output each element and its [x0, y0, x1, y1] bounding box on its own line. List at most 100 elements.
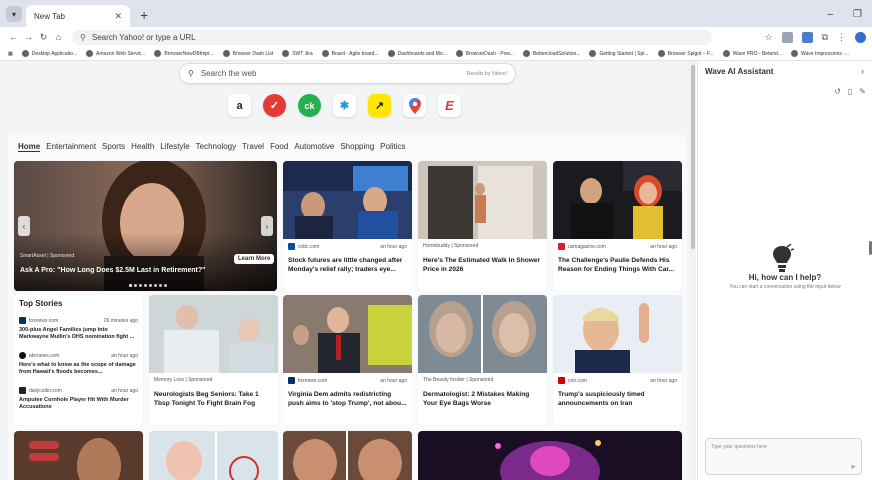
card-image — [553, 295, 682, 373]
shortcut-checkmate-icon[interactable]: ck — [298, 94, 321, 117]
forward-icon[interactable]: → — [21, 32, 36, 42]
edit-icon[interactable]: ✎ — [859, 87, 866, 96]
news-card[interactable]: The Beauty Insider | Sponsored Dermatolo… — [418, 295, 547, 425]
card-image — [14, 431, 143, 480]
card-title: Here's The Estimated Walk In Shower Pric… — [423, 257, 541, 273]
tab-new-tab[interactable]: New Tab ✕ — [26, 5, 130, 27]
card-image — [418, 161, 547, 239]
tab-technology[interactable]: Technology — [196, 142, 236, 152]
bookmark-item[interactable]: BrowserDash - Pow... — [455, 50, 514, 57]
hero-card[interactable]: ‹ › SmartAsset | Sponsored Ask A Pro: "H… — [14, 161, 277, 291]
shortcut-walmart-icon[interactable]: ✱ — [333, 94, 356, 117]
card-meta: cnbc.com an hour ago — [288, 243, 407, 250]
card-meta: cnn.com an hour ago — [558, 377, 677, 384]
restore-button[interactable]: ❐ — [853, 9, 862, 20]
extension-icon[interactable] — [781, 31, 793, 43]
news-card[interactable]: foxnews.com an hour ago Virginia Dem admi… — [283, 295, 412, 425]
news-card[interactable] — [283, 431, 412, 480]
bookmarks-bar: ▦ Desktop Applicatio... Amazon Web Servi… — [0, 47, 872, 61]
page-scrollbar[interactable] — [690, 61, 696, 480]
new-tab-button[interactable]: + — [140, 7, 148, 23]
assistant-greeting: Hi, how can I help? — [748, 273, 822, 282]
bookmark-item[interactable]: Wave PRO - Betend... — [722, 50, 782, 57]
carousel-next-icon[interactable]: › — [261, 216, 273, 236]
carousel-prev-icon[interactable]: ‹ — [18, 216, 30, 236]
profile-avatar[interactable] — [855, 31, 866, 43]
clipboard-icon[interactable]: ▯ — [848, 87, 852, 96]
card-meta: Memory Loss | Sponsored — [154, 377, 213, 383]
card-image — [418, 295, 547, 373]
wave-extension-icon[interactable] — [801, 31, 813, 43]
puzzle-icon[interactable]: ⧉ — [822, 32, 828, 43]
shortcut-e-icon[interactable]: E — [438, 94, 461, 117]
tab-search-button[interactable]: ▾ — [6, 6, 22, 22]
tab-politics[interactable]: Politics — [380, 142, 405, 152]
news-card[interactable] — [14, 431, 143, 480]
card-meta: The Beauty Insider | Sponsored — [423, 377, 494, 383]
news-card[interactable] — [149, 431, 278, 480]
tab-lifestyle[interactable]: Lifestyle — [160, 142, 189, 152]
learn-more-button[interactable]: Learn More — [234, 254, 275, 264]
shortcut-maps-icon[interactable] — [403, 94, 426, 117]
news-card[interactable]: cnbc.com an hour ago Stock futures are li… — [283, 161, 412, 291]
hero-title[interactable]: Ask A Pro: "How Long Does $2.5M Last in … — [20, 267, 220, 274]
tab-sports[interactable]: Sports — [102, 142, 125, 152]
history-icon[interactable]: ↺ — [834, 87, 841, 96]
bookmark-item[interactable]: Getting Started | Spl... — [589, 50, 649, 57]
bookmark-item[interactable]: BrowserNewDBImpr... — [154, 50, 214, 57]
foxnews-icon — [288, 377, 295, 384]
tab-entertainment[interactable]: Entertainment — [46, 142, 96, 152]
top-story-item[interactable]: dailycaller.com an hour ago Amputee Cornh… — [19, 387, 138, 411]
tab-food[interactable]: Food — [270, 142, 288, 152]
news-card[interactable]: cnn.com an hour ago Trump's suspiciously … — [553, 295, 682, 425]
card-title: Dermatologist: 2 Mistakes Making Your Ey… — [423, 391, 530, 407]
assistant-input[interactable]: Type your questions here ➤ — [705, 438, 862, 475]
menu-icon[interactable]: ⋮ — [837, 32, 846, 43]
send-icon[interactable]: ➤ — [850, 463, 856, 471]
news-card[interactable]: Homebuddy | Sponsored Here's The Estimat… — [418, 161, 547, 291]
bookmark-item[interactable]: SWT Jira — [282, 50, 313, 57]
panel-title: Wave AI Assistant — [705, 67, 774, 76]
home-icon[interactable]: ⌂ — [51, 32, 66, 42]
apps-icon[interactable]: ▦ — [8, 51, 13, 57]
hero-source: SmartAsset | Sponsored — [20, 253, 75, 259]
bookmark-item[interactable]: Browser Spigot – F... — [657, 50, 714, 57]
bookmark-item[interactable]: BettercloudSolution... — [522, 50, 580, 57]
tab-shopping[interactable]: Shopping — [340, 142, 374, 152]
abcnews-icon — [19, 352, 26, 359]
toolbar: ← → ↻ ⌂ ⚲ Search Yahoo! or type a URL ☆ … — [0, 27, 872, 47]
bookmark-star-icon[interactable]: ☆ — [764, 32, 772, 43]
scrollbar-thumb[interactable] — [691, 65, 695, 249]
tab-close-icon[interactable]: ✕ — [114, 11, 122, 22]
tab-home[interactable]: Home — [18, 142, 41, 152]
tab-travel[interactable]: Travel — [242, 142, 264, 152]
back-icon[interactable]: ← — [6, 32, 21, 42]
shortcut-amazon-icon[interactable]: a — [228, 94, 251, 117]
tab-health[interactable]: Health — [131, 142, 154, 152]
top-story-item[interactable]: foxnews.com 26 minutes ago 300-plus Angel… — [19, 317, 138, 341]
top-story-item[interactable]: abcnews.com an hour ago Here's what to kn… — [19, 352, 138, 376]
bookmark-item[interactable]: Wave Impressions -... — [790, 50, 849, 57]
card-meta: foxnews.com an hour ago — [288, 377, 407, 384]
shortcut-arrow-icon[interactable]: ↗ — [368, 94, 391, 117]
bookmark-item[interactable]: Dashboards and Mo... — [387, 50, 447, 57]
cnbc-icon — [288, 243, 295, 250]
tab-title: New Tab — [34, 11, 65, 21]
shortcut-todoist-icon[interactable]: ✓ — [263, 94, 286, 117]
tab-automotive[interactable]: Automotive — [294, 142, 334, 152]
bookmark-item[interactable]: Desktop Applicatio... — [21, 50, 77, 57]
minimize-button[interactable]: – — [827, 9, 833, 20]
news-card[interactable]: usmagazine.com an hour ago The Challenge'… — [553, 161, 682, 291]
usmagazine-icon — [558, 243, 565, 250]
bookmark-item[interactable]: Browser Dash List — [222, 50, 273, 57]
web-search-box[interactable]: ⚲ Search the web Results by Yahoo! — [179, 63, 516, 84]
news-card[interactable] — [418, 431, 682, 480]
address-bar[interactable]: ⚲ Search Yahoo! or type a URL — [72, 29, 712, 45]
dailycaller-icon — [19, 387, 26, 394]
reload-icon[interactable]: ↻ — [36, 32, 51, 43]
bookmark-item[interactable]: Board - Agile board... — [321, 50, 379, 57]
news-card[interactable]: Memory Loss | Sponsored Neurologists Beg… — [149, 295, 278, 425]
chevron-right-icon[interactable]: › — [861, 66, 864, 76]
bookmark-item[interactable]: Amazon Web Servic... — [86, 50, 145, 57]
assistant-panel: Wave AI Assistant › ↺ ▯ ✎ Hi, how can I … — [697, 61, 872, 480]
